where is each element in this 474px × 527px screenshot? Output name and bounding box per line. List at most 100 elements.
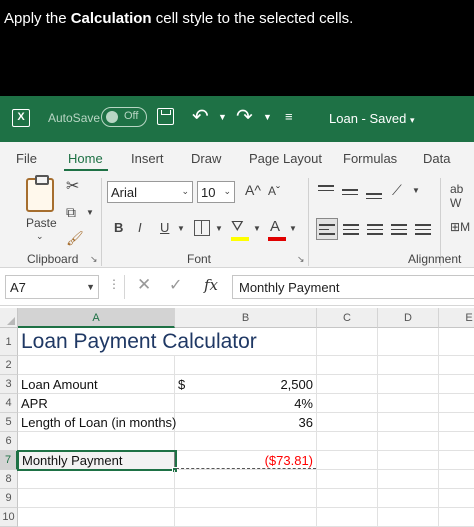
row-header-2[interactable]: 2 <box>0 356 18 375</box>
cell-d1[interactable] <box>378 328 439 356</box>
cell-d9[interactable] <box>378 489 439 508</box>
tab-data[interactable]: Data <box>423 151 450 166</box>
customize-qat-icon[interactable]: ≡ <box>285 109 293 124</box>
redo-icon[interactable]: ↷ <box>236 104 253 129</box>
copy-icon[interactable]: ⧉ <box>66 204 76 221</box>
cell-e3[interactable] <box>439 375 474 394</box>
insert-function-button[interactable]: fx <box>204 276 218 294</box>
cell-a10[interactable] <box>18 508 175 527</box>
cell-c2[interactable] <box>317 356 378 375</box>
orientation-icon[interactable]: ⟋ <box>392 182 402 199</box>
enter-icon[interactable]: ✓ <box>169 275 182 295</box>
cell-b3[interactable]: $2,500 <box>175 375 317 394</box>
name-box[interactable]: A7 ▼ <box>5 275 99 299</box>
cell-c6[interactable] <box>317 432 378 451</box>
format-painter-icon[interactable]: 🖌 <box>66 230 84 247</box>
font-color-icon[interactable]: A <box>270 218 280 235</box>
cell-a6[interactable] <box>18 432 175 451</box>
row-header-4[interactable]: 4 <box>0 394 18 413</box>
copy-dropdown-icon[interactable]: ▼ <box>86 208 94 217</box>
redo-dropdown-icon[interactable]: ▼ <box>263 112 272 122</box>
row-header-3[interactable]: 3 <box>0 375 18 394</box>
cell-a2[interactable] <box>18 356 175 375</box>
cell-c10[interactable] <box>317 508 378 527</box>
decrease-font-size-icon[interactable]: Aˇ <box>268 184 280 198</box>
tab-home[interactable]: Home <box>68 151 103 166</box>
wrap-text-button[interactable]: ab W <box>450 182 474 210</box>
column-header-d[interactable]: D <box>378 308 439 328</box>
clipboard-launcher-icon[interactable]: ↘ <box>90 254 98 265</box>
cell-b1[interactable] <box>175 328 317 356</box>
cut-icon[interactable]: ✂ <box>66 176 79 196</box>
bold-button[interactable]: B <box>114 220 123 235</box>
cell-b4[interactable]: 4% <box>175 394 317 413</box>
paste-dropdown-icon[interactable]: ⌄ <box>36 231 44 242</box>
cell-d2[interactable] <box>378 356 439 375</box>
align-middle-icon[interactable] <box>342 189 358 198</box>
merge-center-button[interactable]: ⊞M <box>450 220 470 234</box>
document-title[interactable]: Loan - Saved ▾ <box>329 111 415 126</box>
cell-e1[interactable] <box>439 328 474 356</box>
font-launcher-icon[interactable]: ↘ <box>297 254 305 265</box>
cell-a1[interactable]: Loan Payment Calculator <box>18 328 257 356</box>
align-right-icon[interactable] <box>367 224 383 238</box>
italic-button[interactable]: I <box>138 220 142 235</box>
cell-a5[interactable]: Length of Loan (in months) <box>18 413 176 432</box>
formula-input[interactable]: Monthly Payment <box>232 275 474 299</box>
cell-b10[interactable] <box>175 508 317 527</box>
cell-a9[interactable] <box>18 489 175 508</box>
undo-icon[interactable]: ↶ <box>192 104 209 129</box>
column-header-a[interactable]: A <box>18 308 175 328</box>
column-header-b[interactable]: B <box>175 308 317 328</box>
cell-e4[interactable] <box>439 394 474 413</box>
increase-indent-icon[interactable] <box>415 224 431 238</box>
cell-c8[interactable] <box>317 470 378 489</box>
font-size-select[interactable]: 10 ⌄ <box>197 181 235 203</box>
font-color-dropdown-icon[interactable]: ▼ <box>289 224 297 233</box>
borders-dropdown-icon[interactable]: ▼ <box>215 224 223 233</box>
cell-e8[interactable] <box>439 470 474 489</box>
tab-page-layout[interactable]: Page Layout <box>249 151 322 166</box>
align-center-icon[interactable] <box>343 224 359 238</box>
autosave-toggle[interactable]: Off <box>101 107 147 127</box>
paste-icon[interactable] <box>26 175 54 212</box>
cell-c4[interactable] <box>317 394 378 413</box>
cell-c1[interactable] <box>317 328 378 356</box>
cell-c3[interactable] <box>317 375 378 394</box>
align-bottom-icon[interactable] <box>366 193 382 202</box>
underline-dropdown-icon[interactable]: ▼ <box>177 224 185 233</box>
column-header-e[interactable]: E <box>439 308 474 328</box>
tab-draw[interactable]: Draw <box>191 151 221 166</box>
cell-e10[interactable] <box>439 508 474 527</box>
cell-e6[interactable] <box>439 432 474 451</box>
align-left-icon[interactable] <box>319 224 335 238</box>
cell-c9[interactable] <box>317 489 378 508</box>
align-top-icon[interactable] <box>318 185 334 194</box>
cell-a8[interactable] <box>18 470 175 489</box>
undo-dropdown-icon[interactable]: ▼ <box>218 112 227 122</box>
row-header-6[interactable]: 6 <box>0 432 18 451</box>
tab-insert[interactable]: Insert <box>131 151 164 166</box>
select-all-button[interactable] <box>0 308 18 328</box>
cell-b8[interactable] <box>175 470 317 489</box>
cell-b2[interactable] <box>175 356 317 375</box>
cell-b6[interactable] <box>175 432 317 451</box>
row-header-8[interactable]: 8 <box>0 470 18 489</box>
cell-d7[interactable] <box>378 451 439 470</box>
cell-b9[interactable] <box>175 489 317 508</box>
cell-a3[interactable]: Loan Amount <box>18 375 175 394</box>
orientation-dropdown-icon[interactable]: ▼ <box>412 186 420 195</box>
cell-e5[interactable] <box>439 413 474 432</box>
borders-icon[interactable] <box>194 220 210 236</box>
tab-formulas[interactable]: Formulas <box>343 151 397 166</box>
column-header-c[interactable]: C <box>317 308 378 328</box>
increase-font-size-icon[interactable]: A^ <box>245 182 261 198</box>
paste-button-label[interactable]: Paste <box>26 216 57 230</box>
cell-d6[interactable] <box>378 432 439 451</box>
row-header-1[interactable]: 1 <box>0 328 18 356</box>
decrease-indent-icon[interactable] <box>391 224 407 238</box>
cell-e9[interactable] <box>439 489 474 508</box>
cell-c7[interactable] <box>317 451 378 470</box>
font-name-select[interactable]: Arial ⌄ <box>107 181 193 203</box>
cell-e2[interactable] <box>439 356 474 375</box>
